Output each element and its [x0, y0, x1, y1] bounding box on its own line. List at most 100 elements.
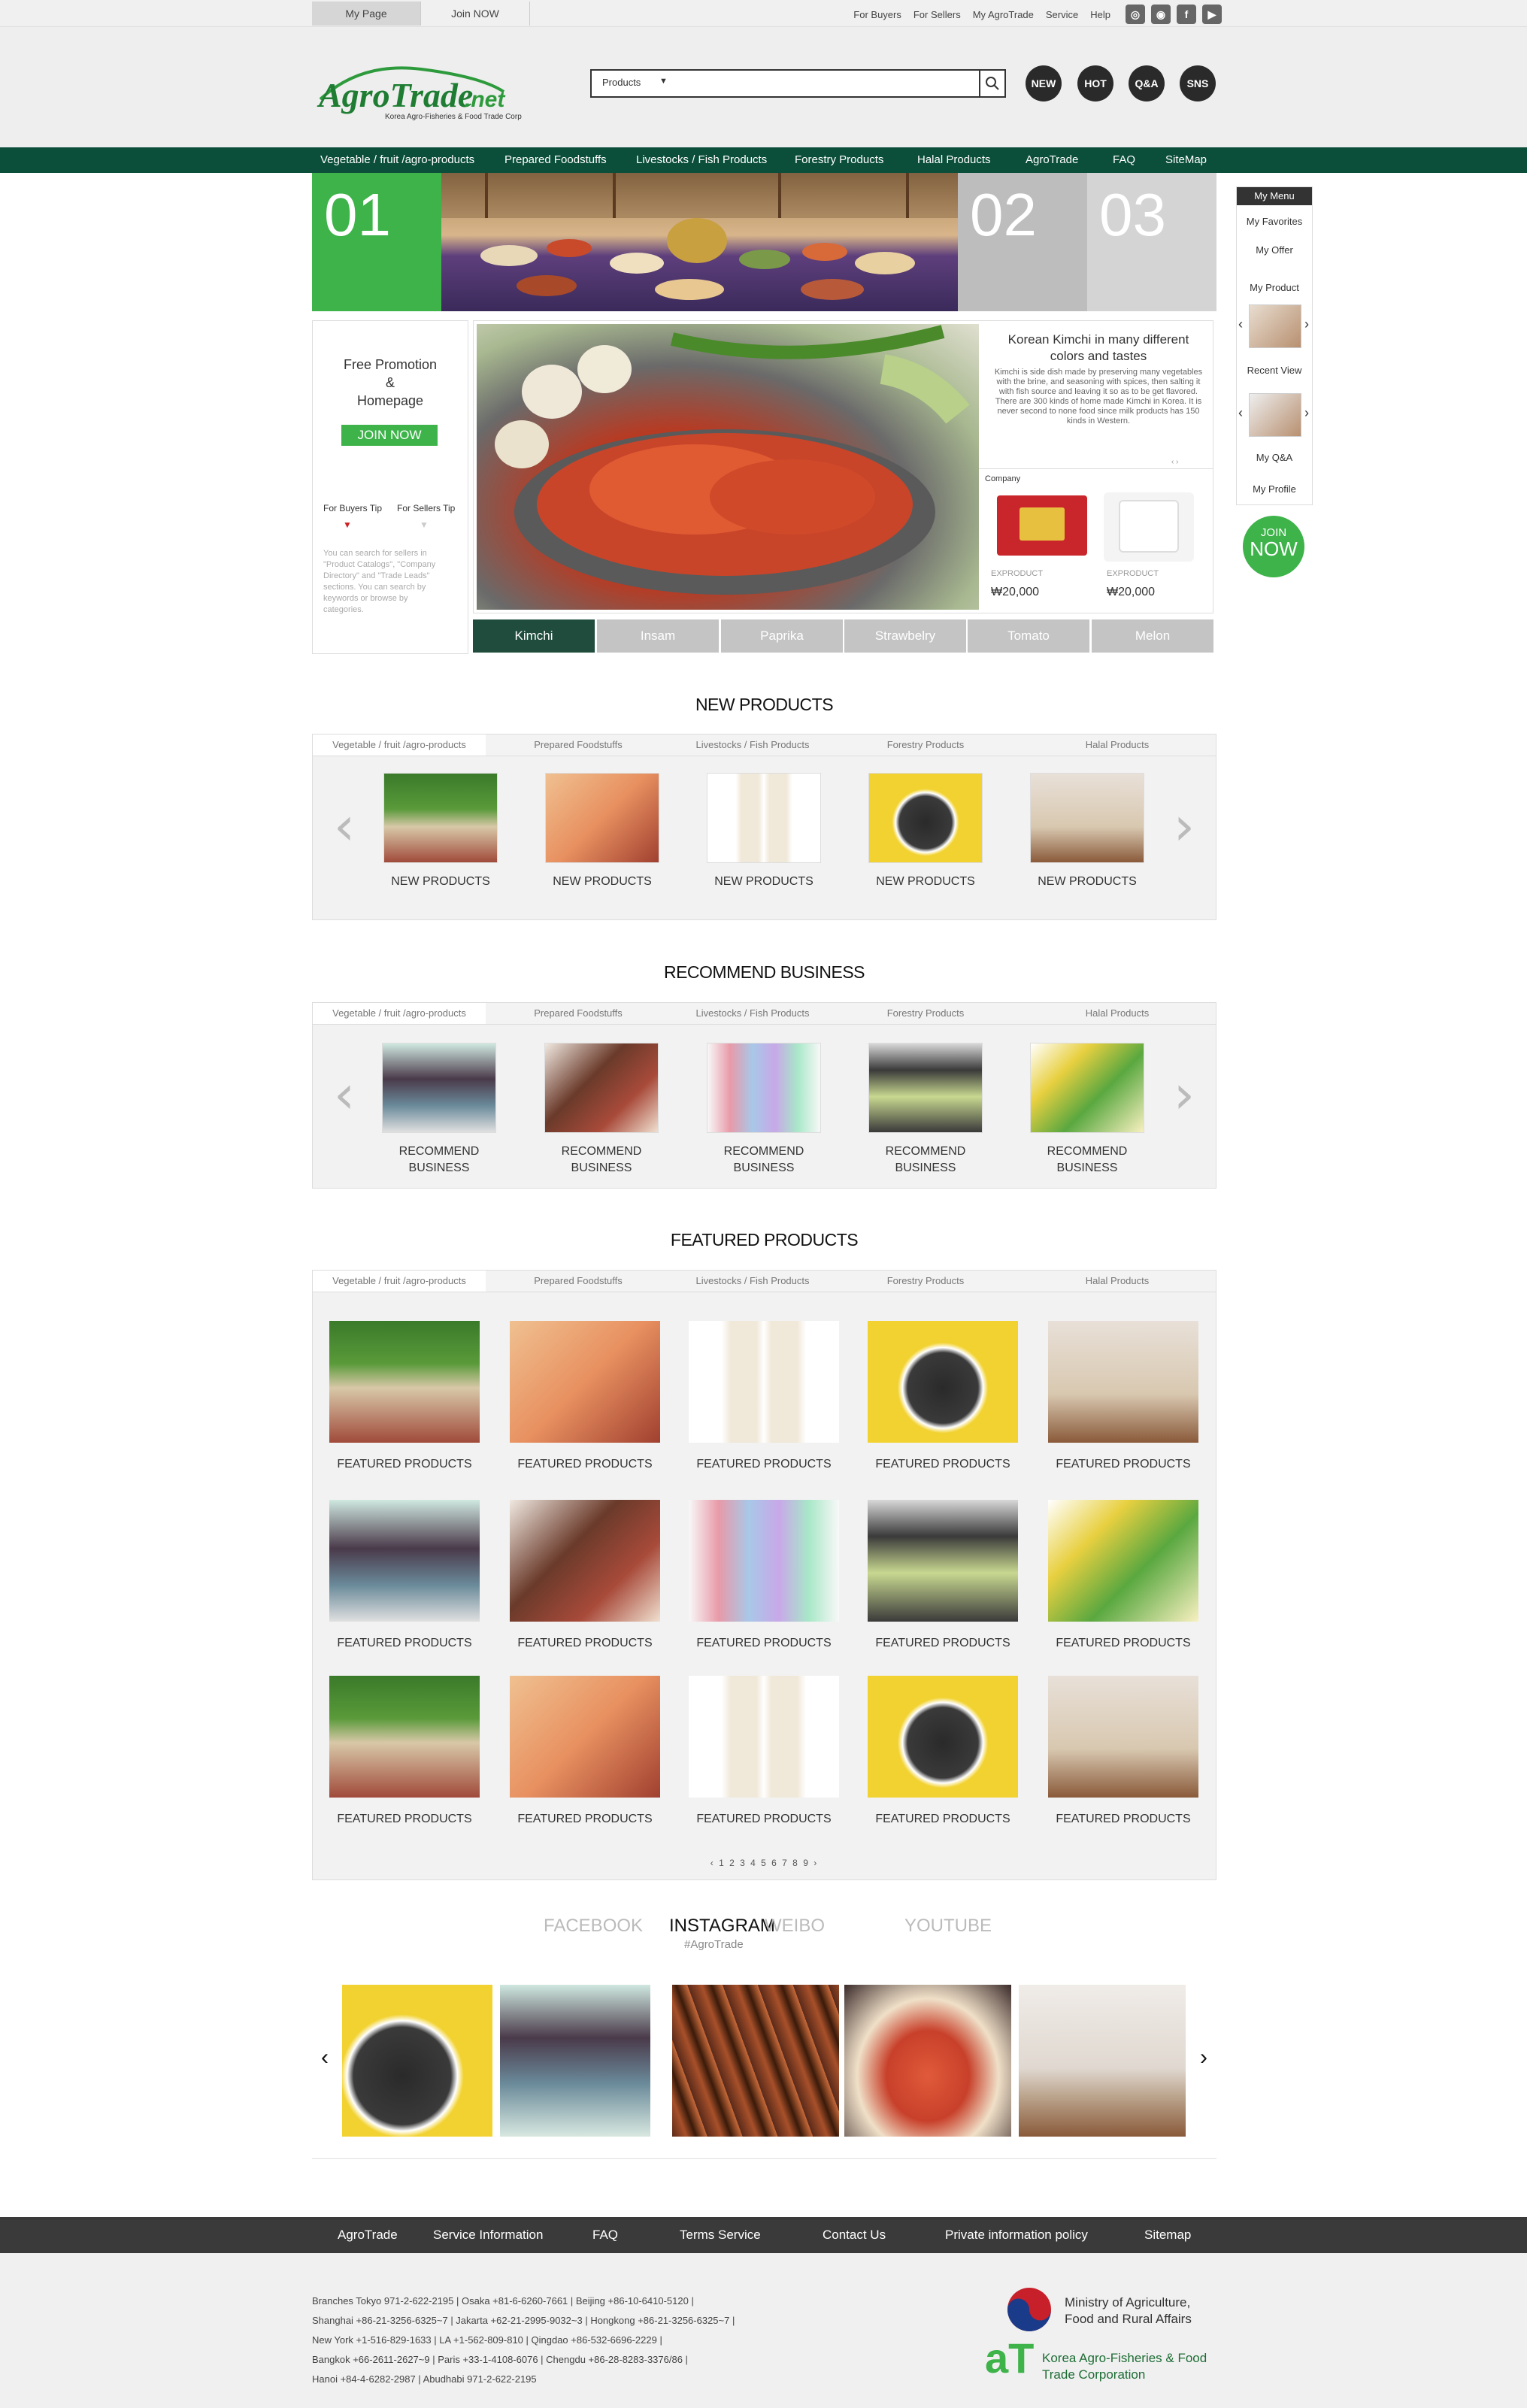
nav-sitemap[interactable]: SiteMap [1165, 147, 1207, 173]
footer-link-privacy[interactable]: Private information policy [945, 2217, 1088, 2253]
weibo-icon[interactable]: ◉ [1151, 5, 1171, 24]
tab-instagram[interactable]: INSTAGRAM [669, 1916, 775, 1937]
cat-halal[interactable]: Halal Products [1031, 735, 1204, 756]
cat-vegetable[interactable]: Vegetable / fruit /agro-products [313, 735, 486, 756]
link-my-agrotrade[interactable]: My AgroTrade [973, 9, 1034, 20]
link-for-buyers[interactable]: For Buyers [853, 9, 901, 20]
join-now-button[interactable]: JOIN NOW [341, 425, 438, 446]
chevron-right-icon[interactable]: › [1174, 1068, 1195, 1121]
my-product-thumb[interactable] [1249, 304, 1301, 348]
facebook-icon[interactable]: f [1177, 5, 1196, 24]
menu-my-qna[interactable]: My Q&A [1237, 452, 1312, 463]
featured-card[interactable]: FEATURED PRODUCTS [689, 1321, 839, 1471]
link-service[interactable]: Service [1046, 9, 1078, 20]
chevron-left-icon[interactable]: ‹ [334, 1068, 355, 1121]
cat-prepared[interactable]: Prepared Foodstuffs [492, 1003, 665, 1024]
cat-forestry[interactable]: Forestry Products [839, 1003, 1012, 1024]
featured-card[interactable]: FEATURED PRODUCTS [510, 1500, 660, 1650]
new-button[interactable]: NEW [1026, 65, 1062, 101]
featured-card[interactable]: FEATURED PRODUCTS [510, 1321, 660, 1471]
business-card[interactable]: RECOMMEND BUSINESS [541, 1043, 662, 1177]
featured-card[interactable]: FEATURED PRODUCTS [689, 1676, 839, 1826]
featured-card[interactable]: FEATURED PRODUCTS [868, 1500, 1018, 1650]
cat-forestry[interactable]: Forestry Products [839, 735, 1012, 756]
business-card[interactable]: RECOMMEND BUSINESS [379, 1043, 499, 1177]
nav-agrotrade[interactable]: AgroTrade [1026, 147, 1078, 173]
instagram-post[interactable] [672, 1985, 839, 2137]
cat-halal[interactable]: Halal Products [1031, 1271, 1204, 1292]
cat-livestocks[interactable]: Livestocks / Fish Products [666, 735, 839, 756]
footer-link-service-information[interactable]: Service Information [433, 2217, 543, 2253]
featured-card[interactable]: FEATURED PRODUCTS [329, 1500, 480, 1650]
chevron-left-icon[interactable]: ‹ [334, 800, 355, 853]
cat-prepared[interactable]: Prepared Foodstuffs [492, 1271, 665, 1292]
product-card[interactable]: NEW PRODUCTS [542, 773, 662, 890]
business-card[interactable]: RECOMMEND BUSINESS [1027, 1043, 1147, 1177]
nav-halal[interactable]: Halal Products [917, 147, 991, 173]
search-input[interactable] [682, 72, 968, 95]
cat-halal[interactable]: Halal Products [1031, 1003, 1204, 1024]
instagram-post[interactable] [844, 1985, 1011, 2137]
tab-tomato[interactable]: Tomato [968, 619, 1089, 653]
link-help[interactable]: Help [1090, 9, 1110, 20]
footer-link-terms[interactable]: Terms Service [680, 2217, 761, 2253]
tab-weibo[interactable]: WEIBO [765, 1916, 825, 1937]
chevron-down-icon[interactable]: ▼ [659, 77, 668, 86]
chevron-left-icon[interactable]: ‹ [321, 2045, 329, 2070]
gochujang-product-image[interactable] [997, 495, 1087, 556]
search-button[interactable] [979, 71, 1004, 96]
menu-my-profile[interactable]: My Profile [1237, 483, 1312, 495]
featured-card[interactable]: FEATURED PRODUCTS [1048, 1676, 1198, 1826]
kimchi-image[interactable] [477, 324, 979, 610]
instagram-post[interactable] [500, 1985, 650, 2137]
slide-01[interactable]: 01 [312, 173, 441, 311]
slide-02[interactable]: 02 [958, 173, 1087, 311]
nav-faq[interactable]: FAQ [1113, 147, 1135, 173]
slide-03[interactable]: 03 [1087, 173, 1216, 311]
featured-card[interactable]: FEATURED PRODUCTS [329, 1321, 480, 1471]
featured-card[interactable]: FEATURED PRODUCTS [1048, 1321, 1198, 1471]
cat-vegetable[interactable]: Vegetable / fruit /agro-products [313, 1271, 486, 1292]
cat-vegetable[interactable]: Vegetable / fruit /agro-products [313, 1003, 486, 1024]
tab-facebook[interactable]: FACEBOOK [544, 1916, 643, 1937]
chevron-left-icon[interactable]: ‹ [1238, 405, 1243, 421]
featured-card[interactable]: FEATURED PRODUCTS [868, 1676, 1018, 1826]
footer-link-sitemap[interactable]: Sitemap [1144, 2217, 1191, 2253]
youtube-icon[interactable]: ▶ [1202, 5, 1222, 24]
menu-my-product[interactable]: My Product [1237, 282, 1312, 293]
nav-livestocks[interactable]: Livestocks / Fish Products [636, 147, 767, 173]
recent-view-thumb[interactable] [1249, 393, 1301, 437]
pagination[interactable]: ‹ 1 2 3 4 5 6 7 8 9 › [313, 1858, 1216, 1868]
chevron-right-icon[interactable]: › [1304, 405, 1309, 421]
nav-prepared[interactable]: Prepared Foodstuffs [504, 147, 607, 173]
cat-livestocks[interactable]: Livestocks / Fish Products [666, 1271, 839, 1292]
tab-join-now[interactable]: Join NOW [421, 2, 530, 26]
instagram-post[interactable] [1019, 1985, 1186, 2137]
kimchi-pager[interactable]: ‹ › [1171, 458, 1178, 466]
tab-melon[interactable]: Melon [1092, 619, 1213, 653]
join-now-circle-button[interactable]: JOIN NOW [1243, 516, 1304, 577]
chevron-right-icon[interactable]: › [1200, 2045, 1207, 2070]
menu-my-favorites[interactable]: My Favorites [1237, 216, 1312, 227]
chevron-left-icon[interactable]: ‹ [1238, 317, 1243, 332]
cat-forestry[interactable]: Forestry Products [839, 1271, 1012, 1292]
featured-card[interactable]: FEATURED PRODUCTS [1048, 1500, 1198, 1650]
tab-youtube[interactable]: YOUTUBE [904, 1916, 992, 1937]
chevron-right-icon[interactable]: › [1304, 317, 1309, 332]
tab-strawberry[interactable]: Strawbelry [844, 619, 966, 653]
menu-my-offer[interactable]: My Offer [1237, 244, 1312, 256]
chevron-right-icon[interactable]: › [1174, 800, 1195, 853]
footer-link-contact[interactable]: Contact Us [823, 2217, 886, 2253]
link-for-sellers[interactable]: For Sellers [913, 9, 961, 20]
cat-livestocks[interactable]: Livestocks / Fish Products [666, 1003, 839, 1024]
instagram-post[interactable] [342, 1985, 492, 2137]
tab-my-page[interactable]: My Page [312, 2, 421, 26]
qna-button[interactable]: Q&A [1129, 65, 1165, 101]
tab-sellers-tip[interactable]: For Sellers Tip [397, 503, 455, 513]
footer-link-faq[interactable]: FAQ [592, 2217, 618, 2253]
featured-card[interactable]: FEATURED PRODUCTS [329, 1676, 480, 1826]
product-card[interactable]: NEW PRODUCTS [1027, 773, 1147, 890]
tab-buyers-tip[interactable]: For Buyers Tip [323, 503, 382, 513]
featured-card[interactable]: FEATURED PRODUCTS [689, 1500, 839, 1650]
tab-insam[interactable]: Insam [597, 619, 719, 653]
